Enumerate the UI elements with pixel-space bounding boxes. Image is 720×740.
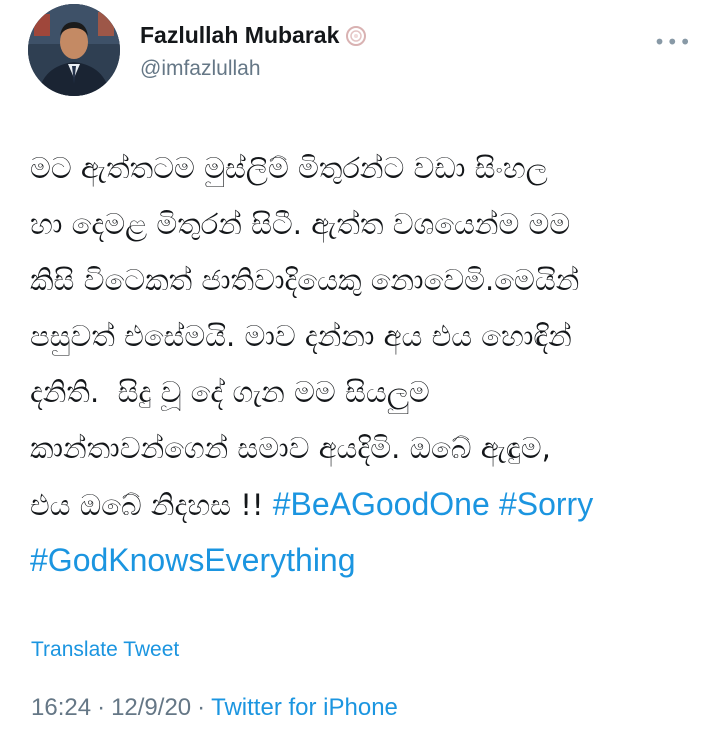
tweet-source-link[interactable]: Twitter for iPhone [211,694,398,722]
tweet-text-segment: කිසි විටෙකත් ජාතිවාදියෙකු නොවෙමි.මෙයින් [30,263,580,297]
tweet-meta: 16:24 · 12/9/20 · Twitter for iPhone [31,694,398,722]
author-name-row[interactable]: Fazlullah Mubarak [140,22,367,49]
tweet-text: මට ඇත්තටම මුස්ලිම් මිතුරන්ට වඩා සිංහල හා … [30,140,700,588]
tweet-line: එය ඔබේ නිදහස !! #BeAGoodOne #Sorry [30,476,700,532]
tweet-line: කිසි විටෙකත් ජාතිවාදියෙකු නොවෙමි.මෙයින් [30,252,700,308]
translate-tweet-link[interactable]: Translate Tweet [31,638,179,662]
hashtag-link[interactable]: #Sorry [499,486,593,522]
tweet-text-segment: කාන්තාවන්ගෙන් සමාව අයදිමි. ඔබේ ඇඳුම, [30,431,551,465]
tweet-date[interactable]: 12/9/20 [111,694,191,722]
tweet-time[interactable]: 16:24 [31,694,91,722]
hashtag-link[interactable]: #BeAGoodOne [273,486,490,522]
author-display-name[interactable]: Fazlullah Mubarak [140,22,339,49]
tweet-text-segment: මට ඇත්තටම මුස්ලිම් මිතුරන්ට වඩා සිංහල [30,151,548,185]
tweet-text-segment: හා දෙමළ මිතුරන් සිටී. ඇත්ත වශයෙන්ම මම [30,207,571,241]
tweet-line: පසුවත් එසේමයි. මාව දන්නා අය එය හොඳින් [30,308,700,364]
meta-separator: · [97,694,106,721]
avatar[interactable] [28,4,120,96]
tweet-line: #GodKnowsEverything [30,532,700,588]
tweet-text-segment: පසුවත් එසේමයි. මාව දන්නා අය එය හොඳින් [30,319,572,353]
hashtag-link[interactable]: #GodKnowsEverything [30,542,356,578]
tweet-line: මට ඇත්තටම මුස්ලිම් මිතුරන්ට වඩා සිංහල [30,140,700,196]
tweet-line: කාන්තාවන්ගෙන් සමාව අයදිමි. ඔබේ ඇඳුම, [30,420,700,476]
verified-badge-icon [345,25,367,47]
meta-separator: · [197,694,206,721]
tweet-line: දනිති. සිදු වූ දේ ගැන මම සියලුම [30,364,700,420]
tweet-text-segment: එය ඔබේ නිදහස !! [30,488,273,522]
tweet-line: හා දෙමළ මිතුරන් සිටී. ඇත්ත වශයෙන්ම මම [30,196,700,252]
author-handle[interactable]: @imfazlullah [140,57,261,81]
tweet-text-segment [490,488,499,522]
tweet-text-segment: දනිති. සිදු වූ දේ ගැන මම සියලුම [30,375,430,409]
more-options-icon[interactable]: ••• [654,30,692,54]
